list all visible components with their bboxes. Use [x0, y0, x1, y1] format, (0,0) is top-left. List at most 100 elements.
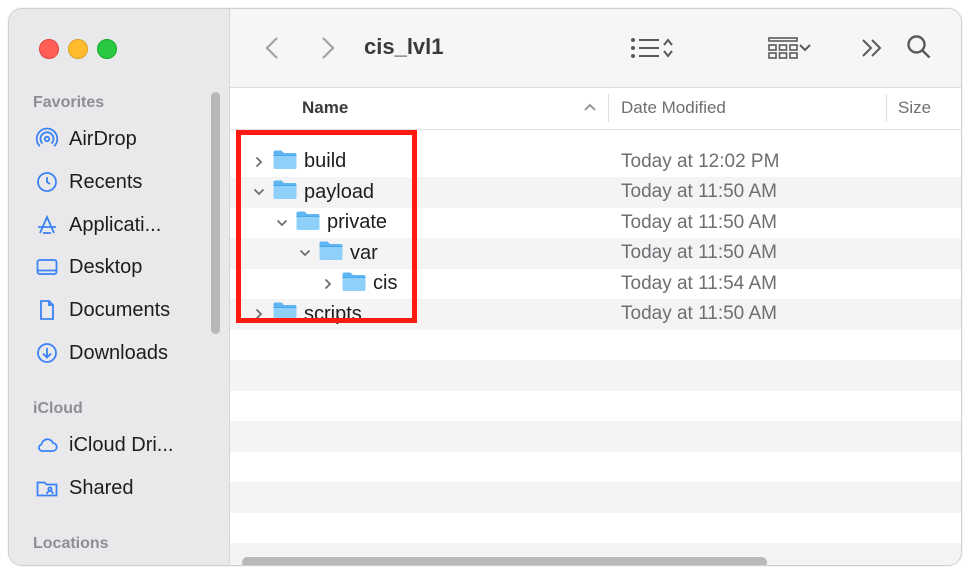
date-modified-cell: Today at 11:50 AM	[621, 211, 777, 233]
disclosure-chevron-right-icon[interactable]	[321, 277, 335, 291]
disclosure-chevron-right-icon[interactable]	[252, 307, 266, 321]
file-name-cell: payload	[252, 177, 374, 208]
grid-view-icon	[768, 37, 798, 59]
list-view-icon	[631, 38, 659, 58]
disclosure-chevron-down-icon[interactable]	[252, 185, 266, 199]
clock-icon	[35, 170, 59, 194]
folder-icon	[318, 239, 344, 267]
empty-row	[230, 420, 961, 452]
column-divider[interactable]	[608, 94, 609, 122]
file-row[interactable]: payload Today at 11:50 AM	[230, 176, 961, 208]
column-name[interactable]: Name	[302, 98, 348, 118]
date-modified-cell: Today at 11:50 AM	[621, 181, 777, 202]
sidebar: Favorites AirDrop Recents Applicati... D…	[9, 9, 230, 565]
file-row[interactable]: cis Today at 11:54 AM	[230, 268, 961, 299]
cloud-icon	[35, 433, 59, 457]
empty-row	[230, 512, 961, 543]
sort-ascending-icon	[584, 103, 596, 111]
column-size[interactable]: Size	[898, 98, 931, 118]
column-header: Name Date Modified Size	[230, 88, 961, 130]
file-name: payload	[304, 180, 375, 203]
file-name-cell: private	[275, 207, 387, 238]
folder-icon	[295, 209, 321, 237]
back-button[interactable]	[260, 34, 284, 62]
file-name: build	[304, 150, 347, 172]
sidebar-section-locations: Locations	[33, 535, 109, 552]
folder-icon	[272, 178, 298, 206]
empty-row	[230, 329, 961, 360]
sidebar-item-icloud-drive[interactable]: iCloud Dri...	[35, 428, 215, 462]
sidebar-section-icloud: iCloud	[33, 400, 83, 417]
column-divider[interactable]	[886, 94, 887, 122]
sidebar-item-label: Recents	[69, 170, 143, 193]
file-row[interactable]: private Today at 11:50 AM	[230, 207, 961, 238]
chevron-down-icon	[799, 44, 811, 52]
sidebar-item-applications[interactable]: Applicati...	[35, 208, 215, 242]
sidebar-item-label: Documents	[69, 298, 171, 321]
folder-icon	[341, 270, 367, 298]
applications-icon	[35, 213, 59, 237]
airdrop-icon	[35, 127, 59, 151]
file-list: build Today at 12:02 PM payload Today at 11…	[230, 130, 961, 565]
file-name: scripts	[304, 302, 362, 325]
sidebar-item-label: Desktop	[69, 255, 143, 278]
file-row[interactable]: scripts Today at 11:50 AM	[230, 298, 961, 330]
folder-icon	[272, 300, 298, 328]
sidebar-item-shared[interactable]: Shared	[35, 471, 215, 505]
sidebar-item-documents[interactable]: Documents	[35, 293, 215, 327]
sidebar-item-label: Shared	[69, 476, 134, 499]
file-name-cell: cis	[321, 268, 397, 299]
minimize-button[interactable]	[68, 39, 88, 59]
sidebar-item-downloads[interactable]: Downloads	[35, 336, 215, 370]
chevron-right-icon	[322, 37, 335, 59]
finder-window: Favorites AirDrop Recents Applicati... D…	[8, 8, 962, 566]
sidebar-scrollbar[interactable]	[211, 92, 220, 334]
date-modified-cell: Today at 11:50 AM	[621, 242, 777, 263]
group-by-button[interactable]	[760, 34, 820, 62]
column-date-modified[interactable]: Date Modified	[621, 98, 726, 118]
date-modified-cell: Today at 11:50 AM	[621, 303, 777, 324]
empty-row	[230, 451, 961, 482]
sidebar-item-label: Applicati...	[69, 213, 162, 236]
empty-row	[230, 359, 961, 391]
date-modified-cell: Today at 11:54 AM	[621, 272, 777, 294]
close-button[interactable]	[39, 39, 59, 59]
download-icon	[35, 341, 59, 365]
up-down-chevron-icon	[663, 38, 673, 58]
sidebar-item-desktop[interactable]: Desktop	[35, 250, 215, 284]
file-name-cell: build	[252, 146, 346, 177]
desktop-icon	[35, 255, 59, 279]
window-controls	[39, 39, 117, 59]
more-toolbar-button[interactable]	[858, 34, 886, 62]
sidebar-item-airdrop[interactable]: AirDrop	[35, 122, 215, 156]
search-button[interactable]	[904, 32, 934, 62]
file-name-cell: scripts	[252, 299, 362, 330]
empty-row	[230, 481, 961, 513]
horizontal-scrollbar[interactable]	[242, 557, 767, 565]
zoom-button[interactable]	[97, 39, 117, 59]
file-row[interactable]: build Today at 12:02 PM	[230, 146, 961, 177]
disclosure-chevron-down-icon[interactable]	[275, 216, 289, 230]
sidebar-item-label: Downloads	[69, 341, 168, 364]
window-title: cis_lvl1	[364, 34, 444, 59]
document-icon	[35, 298, 59, 322]
file-name: private	[327, 211, 388, 233]
date-modified-cell: Today at 12:02 PM	[621, 150, 780, 172]
file-name: var	[350, 241, 378, 264]
disclosure-chevron-down-icon[interactable]	[298, 246, 312, 260]
sidebar-item-recents[interactable]: Recents	[35, 165, 215, 199]
empty-row	[230, 390, 961, 421]
disclosure-chevron-right-icon[interactable]	[252, 155, 266, 169]
forward-button[interactable]	[316, 34, 340, 62]
sidebar-section-favorites: Favorites	[33, 94, 105, 111]
sidebar-item-label: iCloud Dri...	[69, 433, 174, 456]
file-row[interactable]: var Today at 11:50 AM	[230, 237, 961, 269]
double-chevron-right-icon	[862, 39, 882, 57]
folder-icon	[272, 148, 298, 176]
toolbar: cis_lvl1	[230, 9, 961, 88]
view-options-button[interactable]	[622, 34, 682, 62]
shared-folder-icon	[35, 476, 59, 500]
file-name-cell: var	[298, 238, 378, 269]
sidebar-item-label: AirDrop	[69, 127, 137, 150]
file-name: cis	[373, 272, 398, 294]
